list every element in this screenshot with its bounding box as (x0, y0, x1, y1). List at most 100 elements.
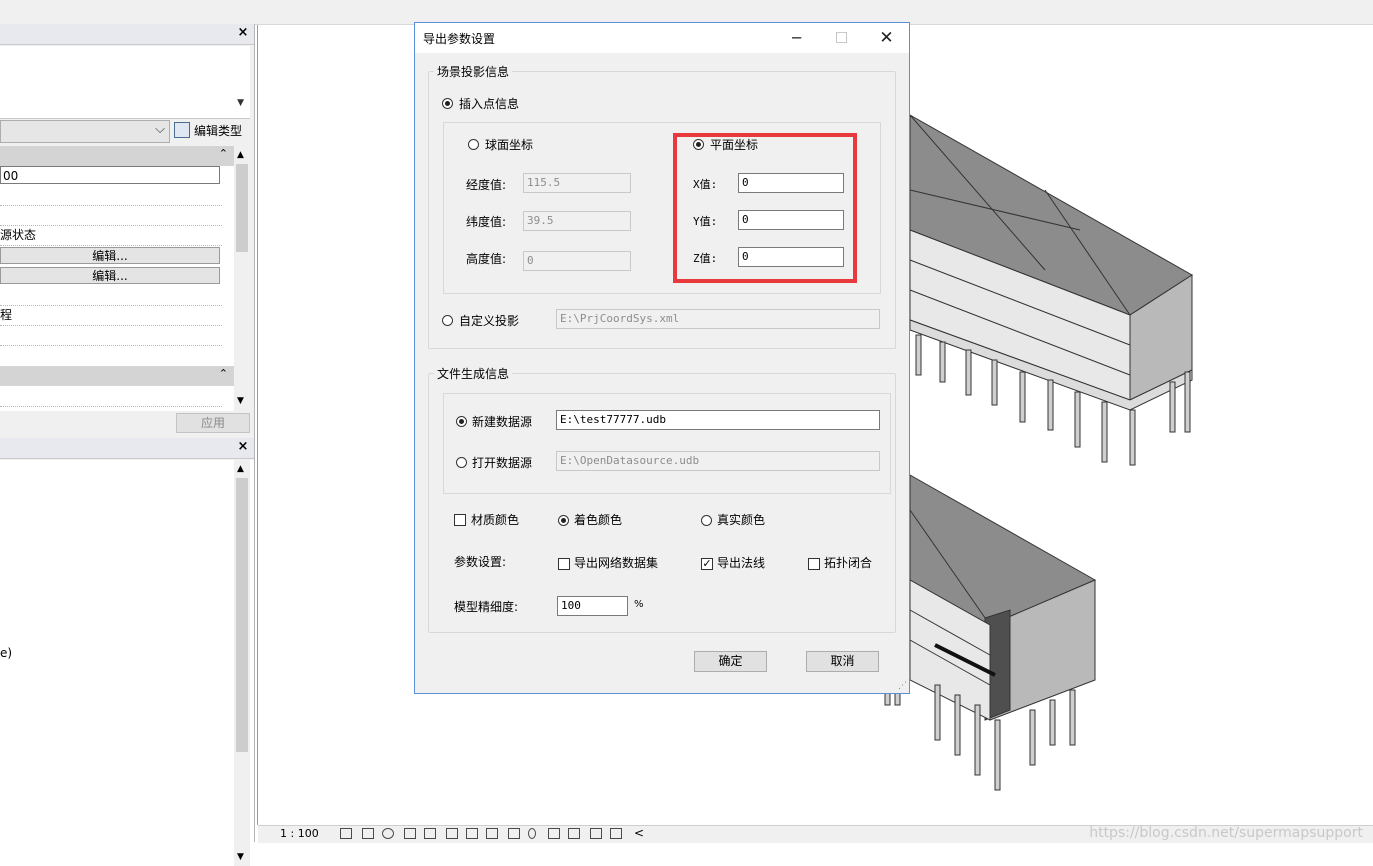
type-selector-preview[interactable]: ▼ (0, 46, 250, 119)
latitude-label: 纬度值: (466, 215, 507, 229)
scroll-up-icon[interactable]: ▲ (237, 464, 244, 474)
edit-type-button[interactable]: 编辑类型 (172, 120, 250, 141)
scroll-down-icon[interactable]: ▼ (237, 396, 244, 406)
latitude-input[interactable]: 39.5 (523, 211, 631, 231)
custom-projection-radio[interactable] (442, 315, 453, 326)
highlight-annotation-box (673, 133, 857, 283)
open-datasource-radio[interactable] (456, 457, 467, 468)
export-normal-checkbox[interactable]: ✓ (701, 558, 713, 570)
material-color-checkbox[interactable] (454, 514, 466, 526)
property-value-input[interactable]: 00 (0, 166, 220, 184)
ok-button[interactable]: 确定 (694, 651, 767, 672)
cancel-button[interactable]: 取消 (806, 651, 879, 672)
scrollbar-thumb[interactable] (236, 164, 248, 252)
temporary-hide-icon[interactable] (508, 828, 520, 839)
open-datasource-path[interactable]: E:\OpenDatasource.udb (556, 451, 880, 471)
edit-type-icon (174, 122, 190, 138)
custom-projection-path[interactable]: E:\PrjCoordSys.xml (556, 309, 880, 329)
custom-projection-label[interactable]: 自定义投影 (459, 312, 519, 329)
true-color-label[interactable]: 真实颜色 (717, 511, 765, 528)
collapse-icon[interactable]: ⌃ (219, 367, 228, 380)
crop-view-icon[interactable] (446, 828, 458, 839)
scroll-up-icon[interactable]: ▲ (237, 150, 244, 160)
scrollbar-thumb[interactable] (236, 478, 248, 752)
reveal-hidden-icon[interactable] (528, 828, 536, 839)
browser-item-text[interactable]: e) (0, 646, 12, 660)
property-row (0, 206, 222, 226)
export-settings-dialog: 导出参数设置 ─ ☐ ✕ 场景投影信息 插入点信息 球面坐标 经度值: 115.… (414, 22, 910, 694)
export-network-label[interactable]: 导出网络数据集 (574, 554, 658, 571)
highlight-displacement-icon[interactable] (610, 828, 622, 839)
scroll-left-icon[interactable]: < (634, 826, 644, 840)
property-group-header[interactable]: ⌃ (0, 146, 234, 166)
shade-color-label[interactable]: 着色颜色 (574, 511, 622, 528)
minimize-button[interactable]: ─ (774, 23, 819, 53)
property-row-source-state: 源状态 (0, 226, 222, 246)
property-row (0, 326, 222, 346)
lock-view-icon[interactable] (486, 828, 498, 839)
edit-button[interactable]: 编辑... (0, 267, 220, 284)
apply-button[interactable]: 应用 (176, 413, 250, 433)
detail-level-icon[interactable] (340, 828, 352, 839)
instance-filter-select[interactable]: ⌵ (0, 120, 170, 143)
true-color-radio[interactable] (701, 515, 712, 526)
maximize-button[interactable]: ☐ (819, 23, 864, 53)
close-button[interactable]: ✕ (864, 23, 909, 53)
sun-path-icon[interactable] (382, 828, 394, 839)
height-label: 高度值: (466, 252, 507, 266)
export-network-checkbox[interactable] (558, 558, 570, 570)
params-label: 参数设置: (454, 555, 507, 569)
close-icon[interactable]: × (236, 25, 250, 40)
project-browser: e) ▲ ▼ (0, 460, 254, 866)
precision-input[interactable]: 100 (557, 596, 628, 616)
worksharing-icon[interactable] (548, 828, 560, 839)
show-crop-icon[interactable] (466, 828, 478, 839)
visual-style-icon[interactable] (362, 828, 374, 839)
material-color-label[interactable]: 材质颜色 (471, 511, 519, 528)
browser-scrollbar[interactable]: ▲ ▼ (234, 460, 250, 866)
spherical-coord-label[interactable]: 球面坐标 (485, 136, 533, 153)
topology-close-checkbox[interactable] (808, 558, 820, 570)
open-datasource-label[interactable]: 打开数据源 (472, 454, 532, 471)
height-input[interactable]: 0 (523, 251, 631, 271)
view-control-bar: 1 : 100 < https://blog.csdn.net/supermap… (258, 825, 1373, 843)
properties-scrollbar[interactable]: ▲ ▼ (234, 146, 250, 411)
analytical-model-icon[interactable] (590, 828, 602, 839)
property-row (0, 387, 222, 407)
percent-unit: % (634, 599, 644, 610)
building-3d-model[interactable] (880, 110, 1210, 800)
view-border (257, 25, 258, 825)
dialog-titlebar[interactable]: 导出参数设置 ─ ☐ ✕ (415, 23, 909, 53)
insert-point-label[interactable]: 插入点信息 (459, 95, 519, 112)
spherical-coord-radio[interactable] (468, 139, 479, 150)
scene-projection-legend: 场景投影信息 (437, 65, 510, 79)
new-datasource-radio[interactable] (456, 416, 467, 427)
edit-button[interactable]: 编辑... (0, 247, 220, 264)
collapse-icon[interactable]: ⌃ (219, 147, 228, 160)
properties-table: ⌃ 00 源状态 编辑... 编辑... 程 ⌃ (0, 146, 234, 411)
datasource-panel (443, 393, 891, 494)
project-browser-header: × (0, 438, 254, 459)
properties-header: × (0, 24, 254, 45)
shade-color-radio[interactable] (558, 515, 569, 526)
dropdown-caret-icon[interactable]: ▼ (237, 98, 244, 108)
property-group-header[interactable]: ⌃ (0, 366, 234, 386)
close-icon[interactable]: × (236, 439, 250, 454)
precision-label: 模型精细度: (454, 600, 519, 614)
longitude-label: 经度值: (466, 178, 507, 192)
chevron-down-icon: ⌵ (155, 122, 165, 137)
longitude-input[interactable]: 115.5 (523, 173, 631, 193)
scroll-down-icon[interactable]: ▼ (237, 852, 244, 862)
dialog-title: 导出参数设置 (423, 32, 496, 46)
new-datasource-path[interactable]: E:\test77777.udb (556, 410, 880, 430)
shadows-icon[interactable] (404, 828, 416, 839)
topology-close-label[interactable]: 拓扑闭合 (824, 554, 872, 571)
rendering-icon[interactable] (424, 828, 436, 839)
scale-indicator[interactable]: 1 : 100 (280, 827, 319, 840)
resize-grip-icon[interactable]: ⋰ (898, 681, 907, 691)
insert-point-radio[interactable] (442, 98, 453, 109)
properties-panel: × ▼ ⌵ 编辑类型 ⌃ 00 源状态 编辑... 编辑... 程 ⌃ ▲ ▼ … (0, 24, 255, 866)
new-datasource-label[interactable]: 新建数据源 (472, 413, 532, 430)
design-options-icon[interactable] (568, 828, 580, 839)
export-normal-label[interactable]: 导出法线 (717, 554, 765, 571)
